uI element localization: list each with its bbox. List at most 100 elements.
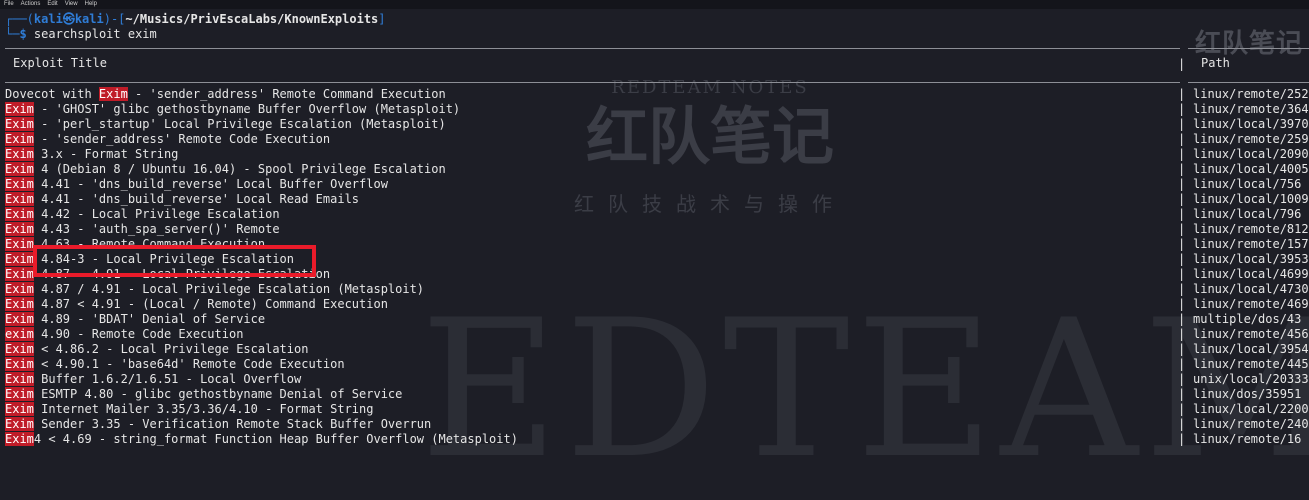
row-separator: | xyxy=(1178,372,1186,386)
exploit-path: linux/remote/252 xyxy=(1193,87,1309,101)
search-match-highlight: Exim xyxy=(5,102,34,116)
row-separator: | xyxy=(1178,147,1186,161)
table-row: Exim 4.41 - 'dns_build_reverse' Local Re… xyxy=(5,192,1309,207)
exploit-title: Exim - 'perl_startup' Local Privilege Es… xyxy=(5,117,446,131)
table-row: Exim ESMTP 4.80 - glibc gethostbyname De… xyxy=(5,387,1309,402)
prompt-line-2: └─$ searchsploit exim xyxy=(5,27,157,42)
search-match-highlight: Exim xyxy=(5,387,34,401)
exploit-path: linux/remote/445 xyxy=(1193,357,1309,371)
exploit-path: linux/remote/240 xyxy=(1193,417,1309,431)
row-separator: | xyxy=(1178,342,1186,356)
exploit-path: linux/remote/157 xyxy=(1193,237,1309,251)
exploit-path: linux/local/3953 xyxy=(1193,252,1309,266)
search-match-highlight: exim xyxy=(5,327,34,341)
exploit-title: Exim 4.87 / 4.91 - Local Privilege Escal… xyxy=(5,282,425,296)
table-row: Exim 4.42 - Local Privilege Escalation | l… xyxy=(5,207,1309,222)
table-row: Exim 4 (Debian 8 / Ubuntu 16.04) - Spool… xyxy=(5,162,1309,177)
row-separator: | xyxy=(1178,192,1186,206)
exploit-title: Exim 4 (Debian 8 / Ubuntu 16.04) - Spool… xyxy=(5,162,446,176)
exploit-path: linux/dos/35951 xyxy=(1193,387,1302,401)
prompt-mid: )-[ xyxy=(103,12,126,26)
exploit-title: Exim 4.41 - 'dns_build_reverse' Local Bu… xyxy=(5,177,388,191)
command-name: searchsploit xyxy=(33,27,121,41)
prompt-dollar: $ xyxy=(19,27,27,41)
exploit-path: linux/remote/812 xyxy=(1193,222,1309,236)
exploit-path: linux/local/1009 xyxy=(1193,192,1309,206)
exploit-title: Dovecot with Exim - 'sender_address' Rem… xyxy=(5,87,446,101)
row-separator: | xyxy=(1178,387,1186,401)
table-row: Exim - 'GHOST' glibc gethostbyname Buffe… xyxy=(5,102,1309,117)
exploit-title: Exim 4.89 - 'BDAT' Denial of Service xyxy=(5,312,266,326)
column-separator: | xyxy=(1178,57,1186,71)
search-match-highlight: Exim xyxy=(5,132,34,146)
exploit-title: Exim Buffer 1.6.2/1.6.51 - Local Overflo… xyxy=(5,372,302,386)
exploit-path: linux/local/2200 xyxy=(1193,402,1309,416)
column-header-exploit-title: Exploit Title xyxy=(13,56,107,70)
exploit-path: linux/local/4699 xyxy=(1193,267,1309,281)
table-row: Exim 4.87 / 4.91 - Local Privilege Escal… xyxy=(5,282,1309,297)
exploit-path: linux/local/2090 xyxy=(1193,147,1309,161)
exploit-path: unix/local/20333 xyxy=(1193,372,1309,386)
exploit-title: Exim - 'GHOST' glibc gethostbyname Buffe… xyxy=(5,102,461,116)
table-row: Exim4 < 4.69 - string_format Function He… xyxy=(5,432,1309,447)
table-rule-top xyxy=(5,48,1180,49)
prompt-user: kali xyxy=(33,12,63,26)
prompt-bracket-open: ┌──( xyxy=(5,12,34,26)
row-separator: | xyxy=(1178,237,1186,251)
prompt-path: ~/Musics/PrivEscaLabs/KnownExploits xyxy=(125,12,379,26)
exploit-title: Exim 4.87 < 4.91 - (Local / Remote) Comm… xyxy=(5,297,388,311)
menu-view[interactable]: View xyxy=(65,0,78,9)
table-rule-bottom xyxy=(5,82,1180,83)
search-match-highlight: Exim xyxy=(5,267,34,281)
command-argument: exim xyxy=(127,27,157,41)
table-row: Exim < 4.90.1 - 'base64d' Remote Code Ex… xyxy=(5,357,1309,372)
search-match-highlight: Exim xyxy=(5,207,34,221)
row-separator: | xyxy=(1178,177,1186,191)
search-match-highlight: Exim xyxy=(5,237,34,251)
menu-help[interactable]: Help xyxy=(85,0,97,9)
table-rule-top-path xyxy=(1188,48,1309,49)
row-separator: | xyxy=(1178,87,1186,101)
row-separator: | xyxy=(1178,417,1186,431)
exploit-title: Exim < 4.90.1 - 'base64d' Remote Code Ex… xyxy=(5,357,345,371)
exploit-path: linux/remote/456 xyxy=(1193,327,1309,341)
table-row: Exim Buffer 1.6.2/1.6.51 - Local Overflo… xyxy=(5,372,1309,387)
menu-edit[interactable]: Edit xyxy=(47,0,57,9)
exploit-path: linux/local/3954 xyxy=(1193,342,1309,356)
row-separator: | xyxy=(1178,297,1186,311)
search-match-highlight: Exim xyxy=(5,372,34,386)
table-row: Exim - 'sender_address' Remote Code Exec… xyxy=(5,132,1309,147)
table-row: Exim 3.x - Format String | linux/local/209… xyxy=(5,147,1309,162)
column-header-path: Path xyxy=(1201,56,1230,70)
row-separator: | xyxy=(1178,102,1186,116)
search-match-highlight: Exim xyxy=(5,147,34,161)
search-match-highlight: Exim xyxy=(98,87,128,101)
exploit-title: Exim 4.41 - 'dns_build_reverse' Local Re… xyxy=(5,192,360,206)
table-row: Exim < 4.86.2 - Local Privilege Escalati… xyxy=(5,342,1309,357)
row-separator: | xyxy=(1178,432,1186,446)
search-match-highlight: Exim xyxy=(5,432,34,446)
exploit-path: linux/local/4730 xyxy=(1193,282,1309,296)
menu-actions[interactable]: Actions xyxy=(21,0,41,9)
table-row: exim 4.90 - Remote Code Execution | linux/… xyxy=(5,327,1309,342)
watermark-top-right: 红队笔记 xyxy=(1194,29,1303,59)
exploit-path: linux/remote/259 xyxy=(1193,132,1309,146)
exploit-title: Exim 3.x - Format String xyxy=(5,147,179,161)
exploit-title: Exim4 < 4.69 - string_format Function He… xyxy=(5,432,518,446)
exploit-title: Exim < 4.86.2 - Local Privilege Escalati… xyxy=(5,342,309,356)
prompt-bracket-close: ] xyxy=(378,12,386,26)
table-row: Exim - 'perl_startup' Local Privilege Es… xyxy=(5,117,1309,132)
menu-file[interactable]: File xyxy=(4,0,14,9)
exploit-path: linux/remote/16 xyxy=(1193,432,1302,446)
table-row: Exim 4.43 - 'auth_spa_server()' Remote | l… xyxy=(5,222,1309,237)
search-match-highlight: Exim xyxy=(5,282,34,296)
terminal-window[interactable]: 红队笔记 REDTEAM NOTES 红队笔记 红队技战术与操作 EDTEAM … xyxy=(0,9,1309,500)
search-match-highlight: Exim xyxy=(5,192,34,206)
search-match-highlight: Exim xyxy=(5,357,34,371)
search-match-highlight: Exim xyxy=(5,177,34,191)
table-row: Exim 4.87 < 4.91 - (Local / Remote) Comm… xyxy=(5,297,1309,312)
prompt-line-1: ┌──(kali㉿kali)-[~/Musics/PrivEscaLabs/Kn… xyxy=(5,12,386,27)
exploit-path: linux/local/4005 xyxy=(1193,162,1309,176)
exploit-path: linux/local/756 xyxy=(1193,177,1302,191)
table-row: Exim 4.41 - 'dns_build_reverse' Local Bu… xyxy=(5,177,1309,192)
